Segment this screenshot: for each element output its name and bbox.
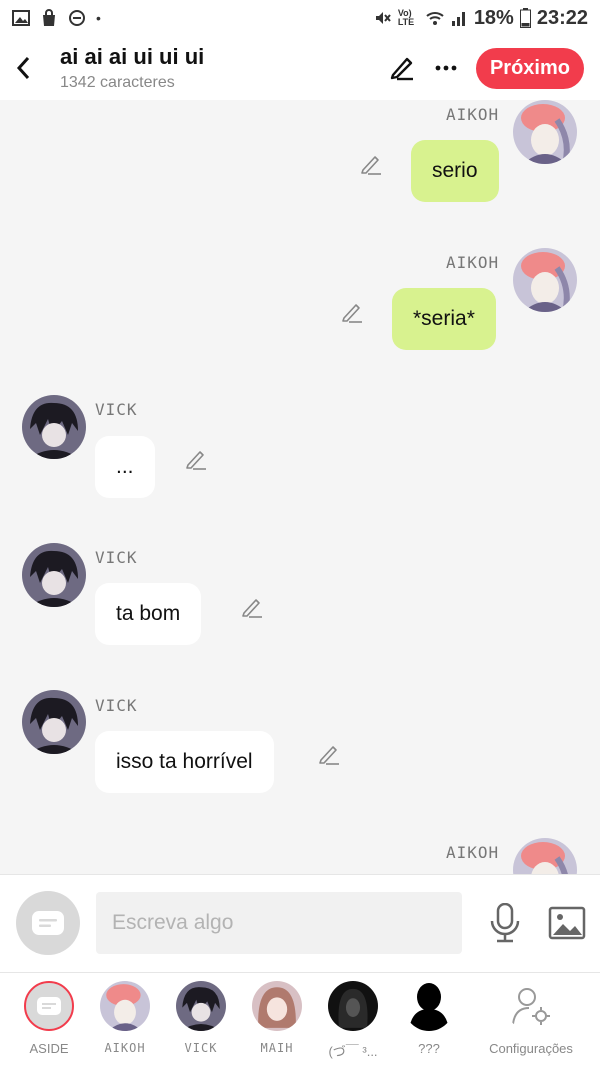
wifi-icon: [426, 12, 444, 25]
message-bubble[interactable]: *seria*: [392, 288, 496, 350]
nav-label: ASIDE: [29, 1041, 69, 1056]
avatar-vick[interactable]: [22, 395, 86, 459]
chat-area[interactable]: AIKOH serio AIKOH *seria* VICK ... VICK …: [0, 100, 600, 874]
nav-item-unknown[interactable]: ???: [389, 981, 469, 1056]
nav-item-maih[interactable]: MAIH: [237, 981, 317, 1055]
nav-label: AIKOH: [104, 1041, 146, 1055]
avatar: [328, 981, 378, 1031]
microphone-icon[interactable]: [488, 903, 522, 943]
gallery-notification-icon: [12, 10, 30, 26]
nav-label: VICK: [184, 1041, 218, 1055]
avatar: [252, 981, 302, 1031]
back-button[interactable]: [0, 36, 46, 100]
avatar-vick[interactable]: [22, 543, 86, 607]
nav-label: (づ￣ ³...: [328, 1044, 378, 1059]
chevron-left-icon: [16, 56, 30, 80]
network-type: Vo) LTE: [397, 8, 415, 27]
author-name: VICK: [95, 696, 138, 715]
author-name: VICK: [95, 400, 138, 419]
edit-message-icon[interactable]: [340, 300, 364, 324]
edit-message-icon[interactable]: [184, 447, 208, 471]
avatar-aikoh[interactable]: [513, 248, 577, 312]
battery-percent: 18%: [473, 6, 514, 29]
nav-item-vick[interactable]: VICK: [161, 981, 241, 1055]
image-icon[interactable]: [548, 905, 586, 941]
avatar-aikoh[interactable]: [513, 100, 577, 164]
next-button[interactable]: Próximo: [475, 47, 584, 89]
dot-icon: •: [96, 10, 101, 26]
nav-item-aikoh[interactable]: AIKOH: [85, 981, 165, 1055]
author-name: AIKOH: [446, 843, 500, 862]
edit-button[interactable]: [388, 54, 416, 82]
status-bar: • Vo) LTE 18% 23:22: [0, 0, 600, 36]
message-bubble[interactable]: ta bom: [95, 583, 202, 645]
author-name: VICK: [95, 548, 138, 567]
signal-icon: [451, 12, 465, 26]
character-count: 1342 caracteres: [60, 74, 175, 91]
nav-label: ???: [418, 1041, 440, 1056]
silhouette-avatar: [404, 981, 454, 1031]
header: ai ai ai ui ui ui 1342 caracteres Próxim…: [0, 36, 600, 100]
avatar: [176, 981, 226, 1031]
compose-bar: [0, 874, 600, 972]
edit-message-icon[interactable]: [359, 152, 383, 176]
page-title: ai ai ai ui ui ui: [60, 44, 205, 69]
nav-label: MAIH: [260, 1041, 294, 1055]
nav-item-settings[interactable]: Configurações: [486, 981, 576, 1056]
do-not-disturb-icon: [69, 10, 85, 26]
more-button[interactable]: [432, 54, 460, 82]
message-bubble[interactable]: ...: [95, 436, 155, 498]
battery-icon: [519, 8, 531, 28]
settings-user-icon: [506, 981, 556, 1031]
mute-icon: [375, 12, 391, 24]
pencil-icon: [390, 57, 413, 81]
message-bubble[interactable]: isso ta horrível: [95, 731, 274, 793]
message-input[interactable]: [96, 892, 462, 954]
more-dots-icon: [435, 65, 457, 71]
avatar-aikoh[interactable]: [513, 838, 577, 874]
nav-item-character-5[interactable]: (づ￣ ³...: [313, 981, 393, 1060]
message-icon: [32, 911, 64, 935]
clock: 23:22: [536, 6, 588, 29]
avatar-vick[interactable]: [22, 690, 86, 754]
nav-label: Configurações: [489, 1041, 573, 1056]
avatar: [100, 981, 150, 1031]
message-bubble[interactable]: serio: [411, 140, 499, 202]
edit-message-icon[interactable]: [240, 595, 264, 619]
aside-icon: [24, 981, 74, 1031]
character-select-button[interactable]: [16, 891, 80, 955]
edit-message-icon[interactable]: [317, 742, 341, 766]
author-name: AIKOH: [446, 105, 500, 124]
nav-item-aside[interactable]: ASIDE: [9, 981, 89, 1056]
author-name: AIKOH: [446, 253, 500, 272]
character-bar: ASIDE AIKOH VICK MAIH (づ￣ ³... ??? Confi…: [0, 972, 600, 1067]
shopping-bag-icon: [43, 9, 55, 26]
